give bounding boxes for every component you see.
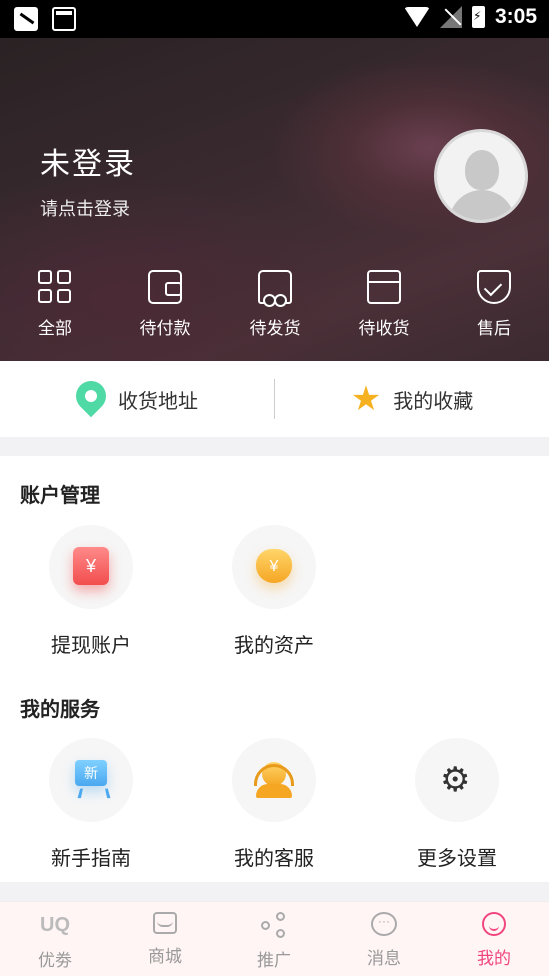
grid-icon [38,270,72,304]
favorites-label: 我的收藏 [393,390,474,413]
store-icon [153,912,177,934]
withdraw-account-button[interactable]: ¥ 提现账户 [31,525,151,658]
order-label: 待收货 [358,319,410,338]
order-pending-receipt[interactable]: 待收货 [329,270,439,339]
more-settings-button[interactable]: ⚙ 更多设置 [397,738,517,871]
order-all[interactable]: 全部 [0,270,110,339]
truck-icon [258,270,292,307]
tab-label: 优劵 [38,951,72,970]
guide-board-icon: 新 [75,760,107,786]
avatar-placeholder-icon [465,150,499,190]
beginner-guide-button[interactable]: 新 新手指南 [31,738,151,871]
order-after-sales[interactable]: 售后 [439,270,549,339]
location-pin-icon [69,374,113,418]
user-name[interactable]: 未登录 [40,139,136,183]
shield-check-icon [477,270,511,304]
customer-service-button[interactable]: 我的客服 [214,738,334,871]
bottom-tab-bar: UQ 优劵 商城 推广 ··· 消息 我的 [0,901,549,976]
battery-charging-icon [471,6,485,28]
terminal-icon [52,7,76,31]
status-bar: 3:05 [0,0,549,38]
services-card: 账户管理 ¥ 提现账户 ¥ 我的资产 我的服务 新 新手指南 我的客服 ⚙ 更多… [0,456,549,882]
star-icon: ★ [350,380,382,418]
money-bag-icon: ¥ [256,549,292,583]
account-section-title: 账户管理 [20,485,100,507]
order-label: 待发货 [249,319,301,338]
tab-me[interactable]: 我的 [439,912,549,969]
status-time: 3:05 [494,5,537,28]
withdraw-account-icon: ¥ [73,547,109,585]
tab-coupons[interactable]: UQ 优劵 [0,912,110,971]
tab-label: 商城 [148,947,182,966]
tab-label: 推广 [257,951,291,970]
my-assets-button[interactable]: ¥ 我的资产 [214,525,334,658]
quick-links: 收货地址 ★ 我的收藏 [0,361,549,437]
service-label: 更多设置 [417,848,497,870]
service-label: 新手指南 [51,848,131,870]
tab-promote[interactable]: 推广 [219,912,329,971]
order-label: 售后 [477,319,511,338]
customer-service-icon [254,760,294,798]
coupon-icon: UQ [40,914,70,936]
address-label: 收货地址 [118,390,198,413]
message-icon: ··· [371,912,397,936]
tab-messages[interactable]: ··· 消息 [329,912,439,969]
tab-label: 我的 [477,949,511,968]
box-icon [367,270,401,304]
order-status-row: 全部 待付款 待发货 待收货 售后 [0,270,549,340]
no-signal-icon [439,6,462,28]
order-label: 全部 [38,319,72,338]
login-hint[interactable]: 请点击登录 [40,195,130,221]
address-link[interactable]: 收货地址 [0,361,274,437]
order-pending-shipment[interactable]: 待发货 [220,270,330,339]
tab-store[interactable]: 商城 [110,912,220,967]
tab-label: 消息 [367,949,401,968]
gear-icon: ⚙ [440,761,471,799]
profile-icon [482,912,506,936]
profile-header: 未登录 请点击登录 全部 待付款 待发货 待收货 售后 [0,38,549,361]
notification-icon [14,7,38,31]
avatar[interactable] [434,129,528,223]
service-label: 我的资产 [234,635,314,657]
service-label: 我的客服 [234,848,314,870]
services-section-title: 我的服务 [20,699,100,721]
share-icon [259,912,289,938]
service-label: 提现账户 [51,635,131,657]
wifi-icon [403,7,430,27]
favorites-link[interactable]: ★ 我的收藏 [275,361,549,437]
order-pending-payment[interactable]: 待付款 [110,270,220,339]
order-label: 待付款 [139,319,191,338]
wallet-icon [148,270,182,304]
